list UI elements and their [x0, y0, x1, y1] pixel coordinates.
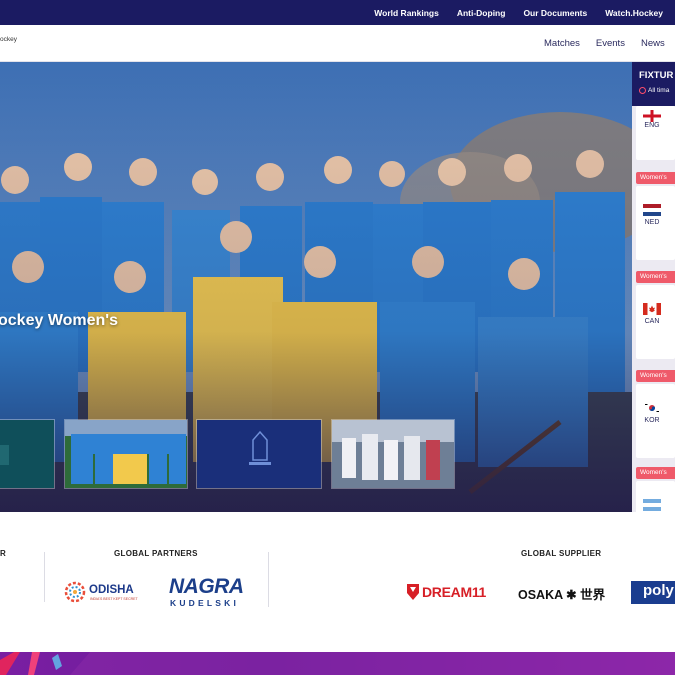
footer-banner-strip [0, 652, 675, 675]
osaka-logo[interactable]: OSAKA ✱ 世界 [518, 584, 608, 602]
fixture-badge-3: Women's [636, 271, 675, 283]
flag-can-icon [643, 303, 661, 315]
fixture-badge-4: Women's [636, 370, 675, 382]
world-rankings-link[interactable]: World Rankings [374, 8, 439, 18]
partner-heading-left: R [0, 549, 7, 558]
site-logo[interactable]: ockey [0, 36, 17, 43]
dream11-logo[interactable]: DREAM11 [406, 583, 494, 603]
fixture-country-2: NED [644, 219, 660, 226]
partners-section: R GLOBAL PARTNERS ODISHA INDIA'S BEST KE… [0, 512, 675, 652]
poly-logo[interactable]: poly [631, 581, 675, 604]
poly-name: poly [643, 582, 674, 599]
flag-arg-icon [643, 499, 661, 511]
nagra-logo[interactable]: NAGRA KUDELSKI [169, 575, 259, 609]
hero-title[interactable]: ockey Women's [0, 312, 118, 330]
osaka-name: OSAKA ✱ 世界 [518, 588, 606, 602]
flag-kor-icon [643, 402, 661, 414]
nav-item-events[interactable]: Events [596, 38, 625, 49]
fixtures-panel: FIXTUR All tima ENG Women's NED Women's … [632, 62, 675, 512]
main-navigation: ockey Matches Events News [0, 25, 675, 62]
gallery-thumb-2[interactable] [64, 419, 188, 489]
partners-divider-1 [44, 552, 45, 602]
global-supplier-heading: GLOBAL SUPPLIER [521, 549, 602, 558]
fixture-country-3: CAN [644, 318, 660, 325]
odisha-emblem-icon [64, 581, 86, 603]
top-utility-bar: World Rankings Anti-Doping Our Documents… [0, 0, 675, 25]
thumb-image-1 [0, 420, 54, 488]
gallery-thumb-3[interactable] [196, 419, 322, 489]
utility-links: World Rankings Anti-Doping Our Documents… [374, 0, 663, 25]
odisha-tagline: INDIA'S BEST KEPT SECRET [90, 597, 138, 601]
page: World Rankings Anti-Doping Our Documents… [0, 0, 675, 675]
thumb-image-2 [65, 420, 187, 488]
fixtures-title: FIXTUR [639, 70, 674, 81]
anti-doping-link[interactable]: Anti-Doping [457, 8, 506, 18]
global-partners-heading: GLOBAL PARTNERS [114, 549, 198, 558]
thumb-image-4 [332, 420, 454, 488]
flag-ned-icon [643, 204, 661, 216]
nagra-name: NAGRA [169, 575, 244, 598]
gallery-thumb-4[interactable] [331, 419, 455, 489]
fixtures-timezone[interactable]: All tima [639, 87, 669, 94]
fixtures-header: FIXTUR All tima [632, 62, 675, 106]
dream11-name: DREAM11 [422, 584, 487, 600]
nagra-tagline: KUDELSKI [170, 598, 240, 608]
nav-item-matches[interactable]: Matches [544, 38, 580, 49]
odisha-logo[interactable]: ODISHA INDIA'S BEST KEPT SECRET [64, 580, 140, 604]
footer-decoration [0, 652, 675, 675]
thumb-image-3 [197, 420, 321, 488]
nav-item-news[interactable]: News [641, 38, 665, 49]
clock-icon [639, 87, 646, 94]
fixture-badge-5: Women's [636, 467, 675, 479]
gallery-thumb-1[interactable] [0, 419, 55, 489]
fixture-badge-2: Women's [636, 172, 675, 184]
dream11-shield-icon [407, 584, 419, 600]
fixture-country-1: ENG [644, 122, 660, 129]
watch-hockey-link[interactable]: Watch.Hockey [605, 8, 663, 18]
nav-menu: Matches Events News [544, 25, 665, 62]
hero-banner[interactable]: ockey Women's [0, 62, 632, 512]
flag-eng-icon [643, 110, 661, 122]
fixture-country-4: KOR [644, 417, 660, 424]
fixtures-timezone-label: All tima [648, 87, 670, 94]
partners-divider-2 [268, 552, 269, 607]
our-documents-link[interactable]: Our Documents [523, 8, 587, 18]
odisha-name: ODISHA [89, 584, 134, 596]
